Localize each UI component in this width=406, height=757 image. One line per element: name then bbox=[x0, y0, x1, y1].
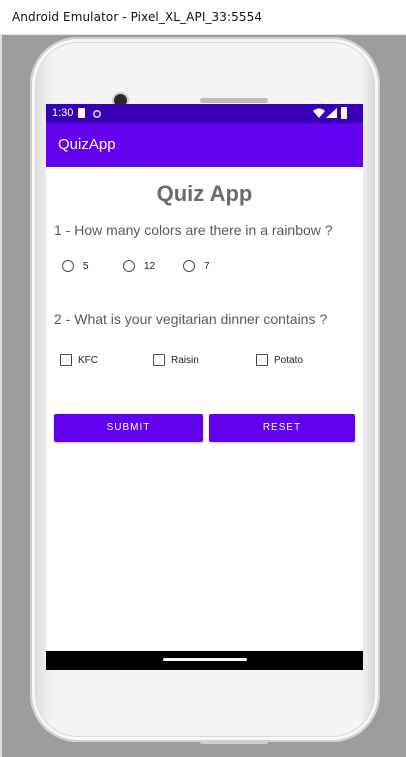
device-screen: 1:30 QuizApp Quiz App 1 - How many color… bbox=[46, 104, 363, 670]
phone-chin bbox=[200, 740, 268, 744]
app-title: QuizApp bbox=[58, 136, 116, 153]
radio-button[interactable] bbox=[123, 260, 135, 272]
radio-label: 12 bbox=[144, 261, 156, 272]
wifi-icon bbox=[313, 108, 325, 118]
checkbox-label: Raisin bbox=[171, 355, 199, 366]
home-pill-icon[interactable] bbox=[163, 658, 247, 661]
navigation-bar bbox=[46, 651, 363, 670]
status-right-icons bbox=[313, 107, 357, 120]
checkbox[interactable] bbox=[256, 354, 268, 366]
radio-label: 7 bbox=[204, 261, 210, 272]
signal-icon bbox=[326, 108, 337, 118]
status-time: 1:30 bbox=[52, 107, 74, 119]
question-2-text: 2 - What is your vegitarian dinner conta… bbox=[54, 311, 328, 327]
checkbox[interactable] bbox=[60, 354, 72, 366]
radio-button[interactable] bbox=[183, 260, 195, 272]
quiz-heading: Quiz App bbox=[156, 181, 253, 206]
reset-button[interactable]: RESET bbox=[209, 414, 355, 442]
checkbox[interactable] bbox=[153, 354, 165, 366]
quiz-content: Quiz App 1 - How many colors are there i… bbox=[46, 167, 363, 651]
radio-label: 5 bbox=[83, 261, 89, 272]
emulator-titlebar: Android Emulator - Pixel_XL_API_33:5554 bbox=[0, 0, 406, 35]
status-left-icons bbox=[78, 108, 118, 120]
notification-square-icon bbox=[78, 108, 85, 118]
question-1-options: 5 12 7 bbox=[62, 258, 352, 278]
question-1-text: 1 - How many colors are there in a rainb… bbox=[54, 222, 333, 238]
status-bar: 1:30 bbox=[46, 104, 363, 123]
submit-button[interactable]: SUBMIT bbox=[54, 414, 203, 442]
checkbox-label: Potato bbox=[274, 355, 303, 366]
notification-dot-icon bbox=[93, 110, 101, 118]
speaker-icon bbox=[200, 98, 268, 103]
checkbox-label: KFC bbox=[78, 355, 98, 366]
battery-icon bbox=[341, 107, 347, 119]
radio-button[interactable] bbox=[62, 260, 74, 272]
app-bar: QuizApp bbox=[46, 123, 363, 167]
question-2-options: KFC Raisin Potato bbox=[60, 353, 356, 373]
window-title: Android Emulator - Pixel_XL_API_33:5554 bbox=[12, 10, 263, 24]
